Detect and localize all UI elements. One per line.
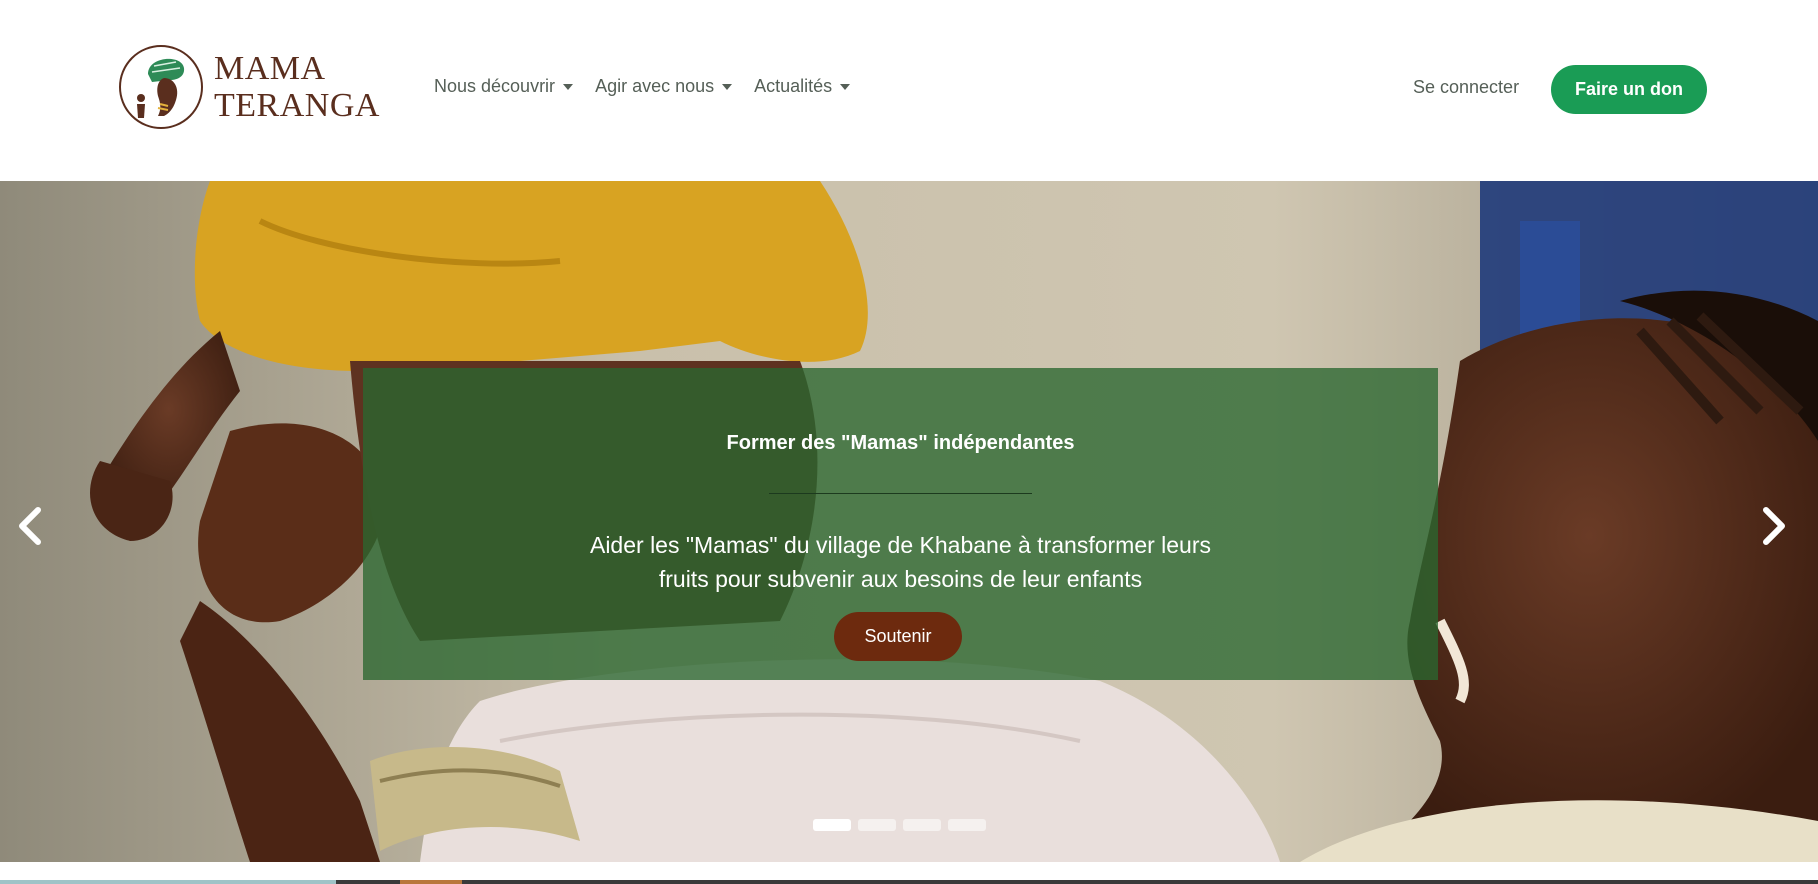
caret-down-icon [563,83,574,90]
nav-item-nous-decouvrir[interactable]: Nous découvrir [434,76,574,97]
brand-wordmark: MAMA TERANGA [214,50,380,124]
nav-item-label: Agir avec nous [595,76,715,96]
section-divider [0,880,336,884]
carousel-indicators [813,819,986,831]
next-section-edge [0,862,1818,884]
carousel-indicator[interactable] [813,819,851,831]
caret-down-icon [840,83,851,90]
nav-item-agir-avec-nous[interactable]: Agir avec nous [595,76,733,97]
slide-title: Former des "Mamas" indépendantes [726,432,1075,454]
brand-line-2: TERANGA [214,87,380,124]
carousel-caption: Former des "Mamas" indépendantes Aider l… [363,368,1438,680]
chevron-left-icon[interactable] [0,496,60,556]
slide-description: Aider les "Mamas" du village de Khabane … [589,532,1212,592]
hero-carousel: Former des "Mamas" indépendantes Aider l… [0,181,1818,862]
section-divider [336,880,400,884]
carousel-indicator[interactable] [903,819,941,831]
brand-line-1: MAMA [214,50,326,87]
soutenir-button[interactable]: Soutenir [834,612,962,661]
caption-divider [769,493,1032,494]
donate-button[interactable]: Faire un don [1551,65,1707,114]
chevron-right-icon[interactable] [1744,496,1804,556]
site-header: MAMA TERANGA Nous découvrir Agir avec no… [0,0,1818,181]
brand-logo[interactable]: MAMA TERANGA [118,44,380,130]
login-link[interactable]: Se connecter [1413,77,1519,98]
caret-down-icon [722,83,733,90]
carousel-indicator[interactable] [948,819,986,831]
carousel-indicator[interactable] [858,819,896,831]
nav-item-label: Actualités [754,76,833,96]
african-woman-with-headwrap-logo [119,45,203,129]
section-divider [400,880,462,884]
nav-item-actualites[interactable]: Actualités [754,76,851,97]
nav-item-label: Nous découvrir [434,76,556,96]
main-nav: Nous découvrir Agir avec nous Actualités [434,76,851,97]
section-divider [462,880,1818,884]
